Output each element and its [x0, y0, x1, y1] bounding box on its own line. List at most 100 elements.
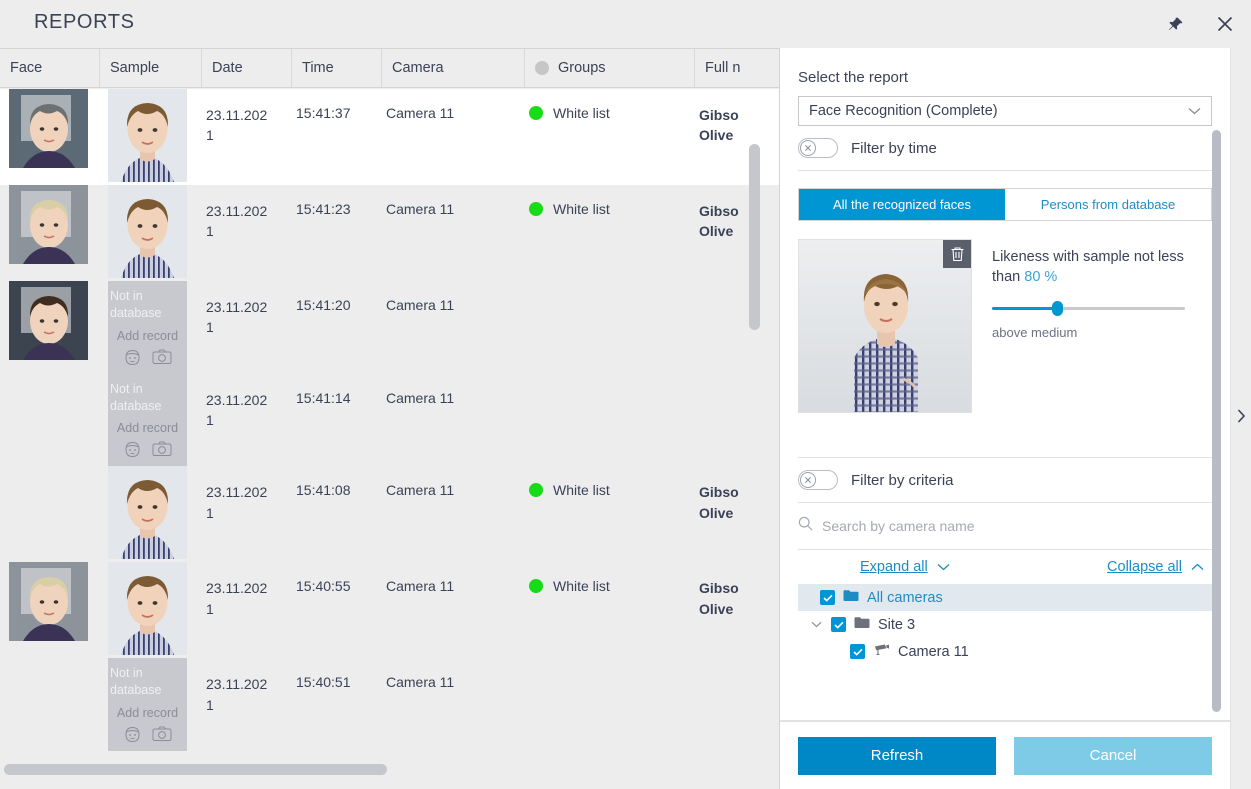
cell-groups: White list — [525, 185, 695, 217]
likeness-slider[interactable] — [992, 300, 1185, 316]
not-in-database-cell[interactable]: Not in database Add record — [108, 281, 187, 374]
add-record-label: Add record — [116, 328, 179, 343]
toggle-knob — [800, 472, 816, 488]
gray-circle-icon — [535, 61, 549, 75]
detected-face-thumbnail[interactable] — [9, 562, 88, 644]
not-in-database-cell[interactable]: Not in database Add record — [108, 658, 187, 751]
checkbox-checked[interactable] — [850, 644, 865, 659]
column-header-groups-label: Groups — [558, 60, 606, 76]
panel-scrollbar-thumb[interactable] — [1212, 130, 1221, 712]
detected-face-thumbnail[interactable] — [9, 89, 88, 171]
tree-item-camera-11[interactable]: Camera 11 — [798, 638, 1212, 665]
close-icon[interactable] — [1207, 6, 1243, 42]
add-person-icon[interactable] — [123, 348, 142, 367]
pin-icon[interactable] — [1157, 6, 1193, 42]
table-row[interactable]: 23.11.202 1 15:41:23 Camera 11 White list Gib… — [0, 185, 780, 281]
add-person-icon[interactable] — [123, 725, 142, 744]
table-row[interactable]: 23.11.202 1 15:40:55 Camera 11 White list Gib… — [0, 562, 780, 659]
column-header-full-name[interactable]: Full n — [695, 49, 780, 87]
cell-sample: Not in database Add record — [100, 658, 202, 751]
cell-full-name — [695, 374, 780, 390]
add-record-label: Add record — [116, 706, 179, 720]
expand-panel-rail[interactable] — [1230, 48, 1251, 789]
expand-all-button[interactable]: Expand all — [860, 559, 950, 575]
faces-source-tabs: All the recognized faces Persons from da… — [798, 188, 1212, 221]
cancel-button[interactable]: Cancel — [1014, 736, 1212, 775]
tab-all-recognized-faces[interactable]: All the recognized faces — [799, 189, 1005, 220]
group-status-dot — [529, 579, 543, 594]
refresh-button[interactable]: Refresh — [798, 736, 996, 775]
chevron-down-icon[interactable] — [809, 621, 823, 628]
table-horizontal-scrollbar-thumb[interactable] — [4, 764, 387, 775]
cell-sample — [100, 185, 202, 281]
filter-by-criteria-toggle[interactable]: Filter by criteria — [798, 458, 1212, 502]
cell-groups: White list — [525, 89, 695, 121]
filter-by-time-toggle[interactable]: Filter by time — [798, 126, 1212, 170]
table-row[interactable]: Not in database Add record 23.11.202 1 15:… — [0, 373, 780, 467]
not-in-database-label: Not in database — [110, 289, 162, 320]
panel-scroll-area: Select the report Face Recognition (Comp… — [780, 48, 1230, 713]
column-header-sample[interactable]: Sample — [100, 49, 202, 87]
cell-time: 15:40:55 — [296, 578, 351, 595]
table-row[interactable]: 23.11.202 1 15:41:08 Camera 11 White list Gib… — [0, 466, 780, 563]
reports-window: REPORTS Face Sample Date Time Camera Gro… — [0, 0, 1251, 789]
tree-item-label: Site 3 — [878, 616, 916, 633]
tree-item-site-3[interactable]: Site 3 — [798, 611, 1212, 638]
collapse-all-label: Collapse all — [1107, 559, 1182, 575]
sample-face-thumbnail[interactable] — [108, 89, 187, 185]
add-photo-camera-icon[interactable] — [152, 348, 172, 367]
cell-groups: White list — [525, 466, 695, 498]
add-photo-camera-icon[interactable] — [152, 725, 172, 744]
column-header-date[interactable]: Date — [202, 49, 292, 87]
column-header-camera[interactable]: Camera — [382, 49, 525, 87]
checkbox-checked[interactable] — [831, 617, 846, 632]
chevron-right-icon — [1237, 409, 1246, 428]
table-vertical-scrollbar-thumb[interactable] — [749, 144, 760, 330]
cell-full-name — [695, 281, 780, 297]
table-row[interactable]: Not in database Add record 23.11.202 1 15:… — [0, 658, 780, 751]
detected-face-thumbnail[interactable] — [9, 185, 88, 267]
slider-handle[interactable] — [1052, 300, 1063, 316]
sample-face-thumbnail[interactable] — [108, 466, 187, 562]
report-type-select[interactable]: Face Recognition (Complete) — [798, 96, 1212, 126]
tree-item-all-cameras[interactable]: All cameras — [798, 584, 1212, 611]
not-in-database-cell[interactable]: Not in database Add record — [108, 373, 187, 467]
cell-face — [0, 281, 100, 363]
group-status-dot — [529, 483, 543, 498]
cell-face — [0, 89, 100, 171]
select-report-label: Select the report — [798, 69, 909, 86]
tree-expand-collapse-row: Expand all Collapse all — [798, 549, 1212, 584]
detected-face-thumbnail[interactable] — [9, 281, 88, 363]
table-row[interactable]: 23.11.202 1 15:41:37 Camera 11 White list Gib… — [0, 89, 780, 185]
cell-date: 23.11.202 1 — [206, 391, 268, 428]
add-person-icon[interactable] — [123, 440, 142, 459]
chevron-down-icon — [937, 559, 950, 575]
cell-groups — [525, 281, 695, 297]
toggle-switch-off[interactable] — [798, 470, 838, 490]
cell-camera: Camera 11 — [386, 389, 455, 406]
collapse-all-button[interactable]: Collapse all — [1107, 559, 1204, 575]
likeness-label: Likeness with sample not less than 80 % — [992, 247, 1212, 288]
sample-face-thumbnail[interactable] — [108, 185, 187, 281]
cell-date: 23.11.202 1 — [206, 484, 268, 521]
add-photo-camera-icon[interactable] — [152, 440, 172, 459]
column-header-face[interactable]: Face — [0, 49, 100, 87]
trash-icon[interactable] — [943, 240, 971, 268]
checkbox-checked[interactable] — [820, 590, 835, 605]
sample-photo[interactable] — [798, 239, 972, 413]
column-header-groups[interactable]: Groups — [525, 49, 695, 87]
tab-persons-from-database[interactable]: Persons from database — [1005, 189, 1211, 220]
slider-fill — [992, 306, 1056, 310]
table-row[interactable]: Not in database Add record 23.11.202 1 15:… — [0, 281, 780, 374]
cell-sample: Not in database Add record — [100, 373, 202, 467]
cell-date: 23.11.202 1 — [206, 580, 268, 617]
sample-face-thumbnail[interactable] — [108, 562, 187, 658]
column-header-time[interactable]: Time — [292, 49, 382, 87]
cell-groups — [525, 374, 695, 390]
search-input[interactable] — [822, 518, 1212, 534]
toggle-switch-off[interactable] — [798, 138, 838, 158]
not-in-database-label: Not in database — [110, 666, 162, 698]
cell-camera: Camera 11 — [386, 105, 455, 121]
add-record-label: Add record — [116, 421, 179, 436]
group-status-dot — [529, 106, 543, 120]
